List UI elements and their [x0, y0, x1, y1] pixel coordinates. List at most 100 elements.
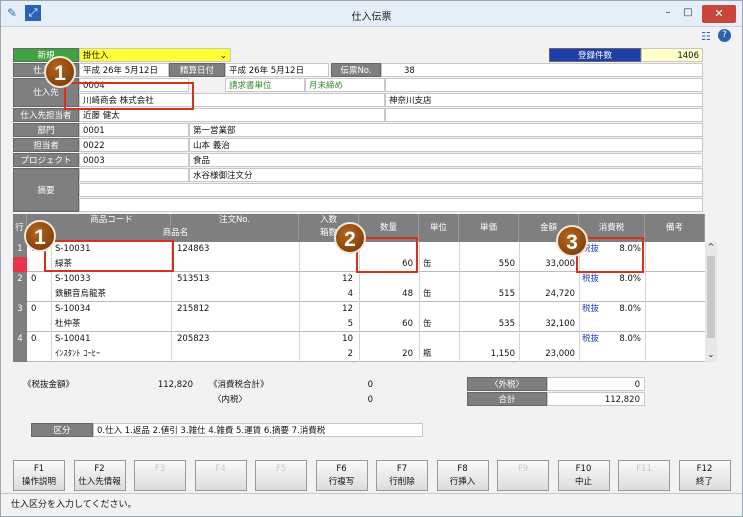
row-kind[interactable]: 0 — [31, 302, 49, 317]
col-divider — [299, 272, 300, 302]
excl-total-value: 112,820 — [157, 380, 193, 390]
col-divider — [171, 272, 172, 302]
row-qty[interactable]: 60 — [361, 317, 413, 332]
division-options: 0.仕入 1.返品 2.値引 3.雑仕 4.雑費 5.運賃 6.摘要 7.消費税 — [93, 423, 423, 437]
col-divider — [299, 332, 300, 362]
row-price[interactable]: 550 — [461, 257, 515, 272]
fkey-f1[interactable]: F1 操作説明 — [13, 460, 65, 491]
dept-code-field[interactable]: 0001 — [79, 123, 189, 137]
row-name[interactable]: 杜仲茶 — [55, 317, 285, 332]
closing-type: 月末締め — [305, 78, 385, 92]
row-order[interactable]: 215812 — [177, 302, 287, 317]
title-bar: ✎ ⤢ 仕入伝票 – □ ✕ — [1, 1, 742, 27]
row-order[interactable]: 205823 — [177, 332, 287, 347]
row-boxes[interactable]: 5 — [301, 317, 353, 332]
col-divider — [645, 242, 646, 272]
memo-line-2[interactable] — [79, 183, 703, 197]
row-order[interactable]: 124863 — [177, 242, 287, 257]
row-code[interactable]: S-10034 — [55, 302, 165, 317]
row-amount[interactable]: 24,720 — [521, 287, 575, 302]
row-tax-rate[interactable]: 8.0% — [601, 302, 641, 317]
staff-label: 担当者 — [13, 138, 79, 152]
callout-box-product — [44, 240, 174, 272]
row-name[interactable]: 鉄観音烏龍茶 — [55, 287, 285, 302]
fkey-f12[interactable]: F12 終了 — [678, 460, 731, 491]
row-price[interactable]: 1,150 — [461, 347, 515, 362]
fkey-f8[interactable]: F8 行挿入 — [436, 460, 489, 491]
row-unit[interactable]: 瓶 — [423, 347, 453, 362]
grid-scrollbar[interactable]: ^ ⌄ — [705, 242, 717, 362]
outer-tax-value: 0 — [547, 377, 645, 391]
row-qty[interactable]: 20 — [361, 347, 413, 362]
staff-name: 山本 義治 — [189, 138, 703, 152]
grid-settings-icon[interactable]: ☷ — [701, 30, 711, 43]
row-kind[interactable]: 0 — [31, 272, 49, 287]
row-price[interactable]: 515 — [461, 287, 515, 302]
fkey-label: 仕入先情報 — [78, 477, 121, 487]
row-unit[interactable]: 缶 — [423, 317, 453, 332]
row-order[interactable]: 513513 — [177, 272, 287, 287]
callout-box-supplier — [64, 82, 194, 110]
row-amount[interactable]: 32,100 — [521, 317, 575, 332]
fkey-f2[interactable]: F2 仕入先情報 — [73, 460, 126, 491]
row-tax-rate[interactable]: 8.0% — [601, 272, 641, 287]
row-name[interactable]: ｲﾝｽﾀﾝﾄ ｺｰﾋｰ — [55, 347, 285, 362]
fkey-f10[interactable]: F10 中止 — [557, 460, 610, 491]
contact-extra — [385, 108, 703, 122]
slip-no-field[interactable]: 38 — [381, 63, 703, 77]
fkey-label: 中止 — [574, 477, 592, 487]
memo-line-3[interactable] — [79, 198, 703, 212]
fkey-label: 操作説明 — [21, 477, 56, 487]
col-divider — [519, 242, 520, 272]
project-code-field[interactable]: 0003 — [79, 153, 189, 167]
row-code[interactable]: S-10041 — [55, 332, 165, 347]
settle-date-field[interactable]: 平成 26年 5月12日 — [225, 63, 329, 77]
col-divider — [419, 302, 420, 332]
contact-field[interactable]: 近藤 健太 — [79, 108, 385, 122]
dept-name: 第一営業部 — [189, 123, 703, 137]
row-code[interactable]: S-10033 — [55, 272, 165, 287]
row-per-box[interactable]: 10 — [301, 332, 353, 347]
row-boxes[interactable]: 2 — [301, 347, 353, 362]
slip-type-select[interactable]: 掛仕入 ⌄ — [79, 48, 231, 62]
row-boxes[interactable]: 4 — [301, 287, 353, 302]
fkey-f3: F3 — [134, 460, 186, 491]
date-field[interactable]: 平成 26年 5月12日 — [79, 63, 169, 77]
fkey-key: F4 — [215, 464, 226, 474]
row-qty[interactable]: 48 — [361, 287, 413, 302]
row-unit[interactable]: 缶 — [423, 257, 453, 272]
row-kind[interactable]: 0 — [31, 332, 49, 347]
fkey-f7[interactable]: F7 行削除 — [376, 460, 428, 491]
fkey-key: F6 — [336, 464, 347, 474]
col-divider — [459, 242, 460, 272]
fkey-key: F10 — [575, 464, 592, 474]
help-icon[interactable]: ? — [718, 29, 731, 42]
row-per-box[interactable]: 12 — [301, 302, 353, 317]
callout-badge-1a: 1 — [44, 56, 76, 88]
row-amount[interactable]: 23,000 — [521, 347, 575, 362]
row-price[interactable]: 535 — [461, 317, 515, 332]
col-unit: 単位 — [419, 214, 459, 242]
row-tax-rate[interactable]: 8.0% — [601, 332, 641, 347]
scroll-thumb[interactable] — [707, 256, 715, 338]
minimize-button[interactable]: – — [658, 6, 678, 20]
memo-field[interactable]: 水谷様御注文分 — [189, 168, 703, 182]
scroll-up-icon[interactable]: ^ — [705, 242, 717, 252]
contact-label: 仕入先担当者 — [13, 108, 79, 122]
fkey-f6[interactable]: F6 行複写 — [315, 460, 368, 491]
col-divider — [519, 272, 520, 302]
scroll-down-icon[interactable]: ⌄ — [705, 350, 717, 360]
row-amount[interactable]: 33,000 — [521, 257, 575, 272]
row-unit[interactable]: 缶 — [423, 287, 453, 302]
row-per-box[interactable]: 12 — [301, 272, 353, 287]
memo-code[interactable] — [79, 168, 189, 182]
fkey-label: 行複写 — [328, 477, 355, 487]
close-button[interactable]: ✕ — [702, 5, 736, 23]
col-divider — [579, 332, 580, 362]
col-divider — [645, 272, 646, 302]
col-divider — [51, 272, 52, 302]
staff-code-field[interactable]: 0022 — [79, 138, 189, 152]
maximize-button[interactable]: □ — [678, 6, 698, 20]
col-divider — [359, 302, 360, 332]
total-value: 112,820 — [547, 392, 645, 406]
